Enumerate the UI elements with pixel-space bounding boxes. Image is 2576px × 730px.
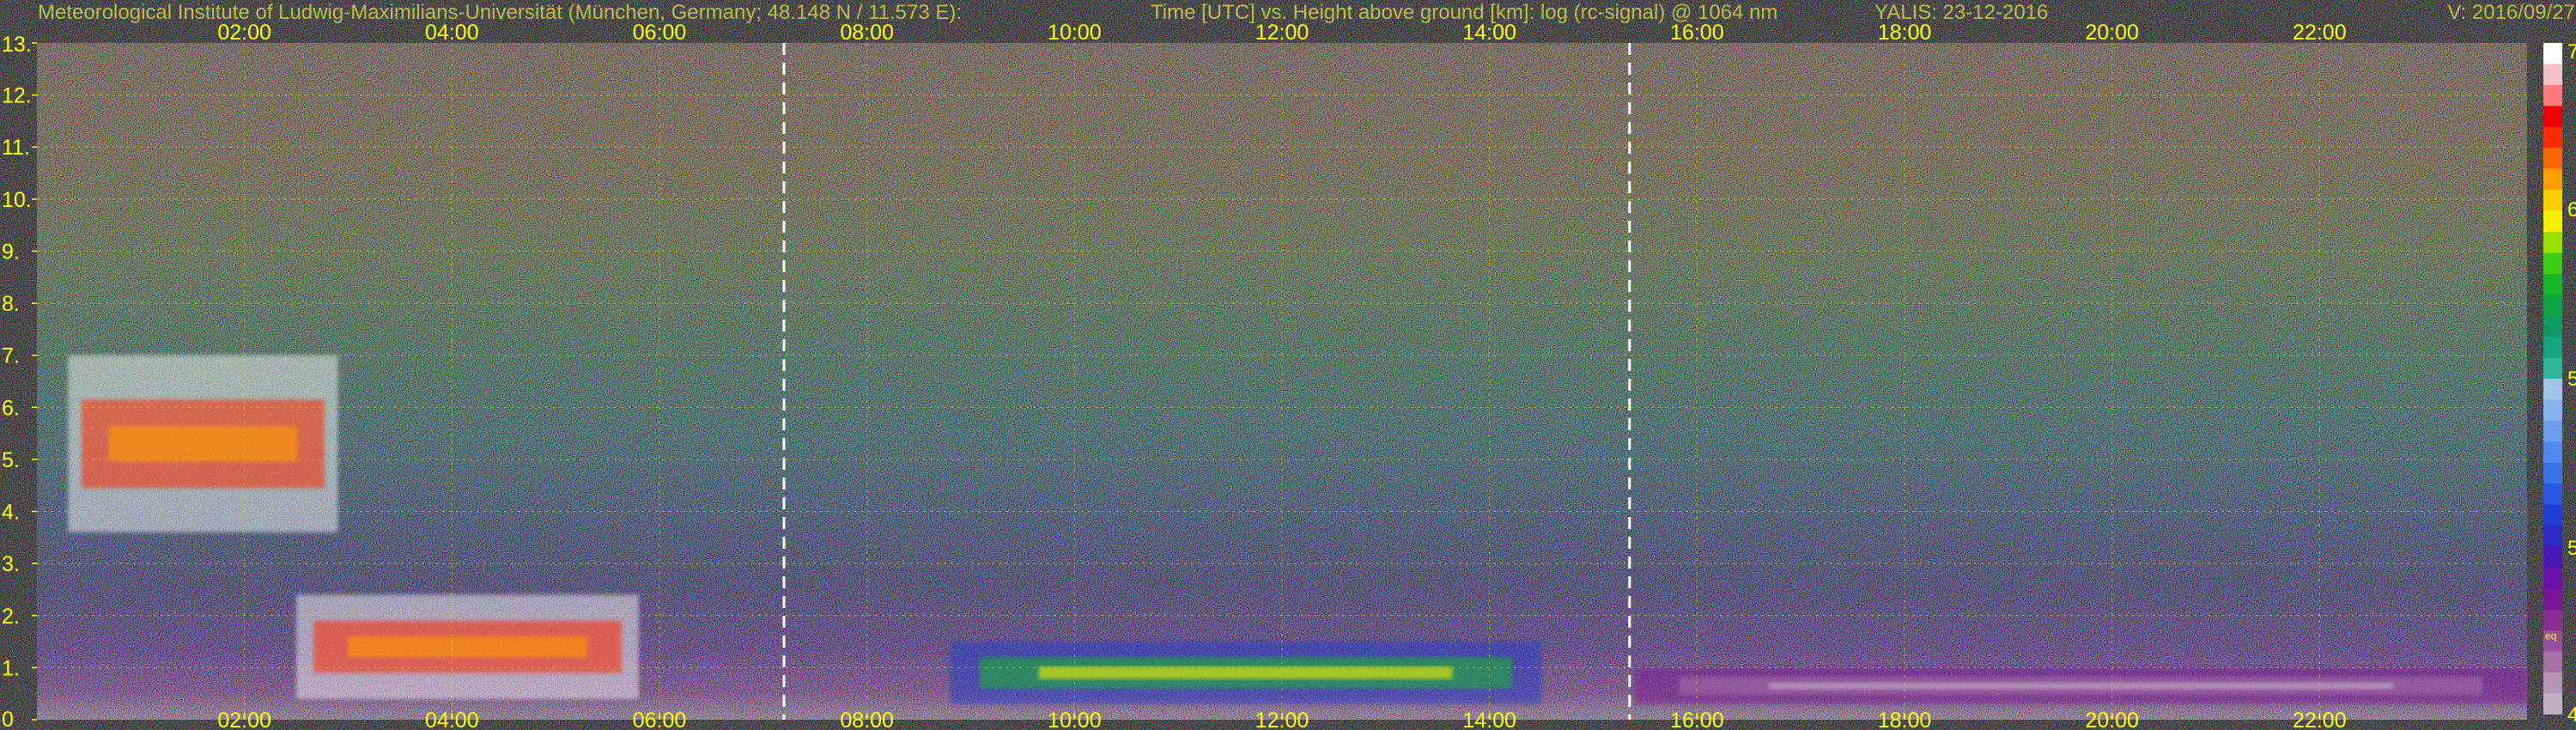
- y-tick-label: 13.: [2, 33, 32, 57]
- institute-label: Meteorological Institute of Ludwig-Maxim…: [38, 1, 962, 24]
- feature-core: [347, 636, 588, 658]
- y-tick-label: 4.: [2, 501, 20, 525]
- y-tick-label: 3.: [2, 552, 20, 576]
- y-tick-label: 9.: [2, 240, 20, 264]
- plot-area: [37, 43, 2527, 720]
- feature-mid-level-cloud: [68, 355, 338, 532]
- x-tick-label-top: 06:00: [633, 21, 687, 45]
- x-tick-label-top: 10:00: [1048, 21, 1102, 45]
- y-tick-label: 7.: [2, 344, 20, 368]
- y-axis: 0 1. 2. 3. 4. 5. 6. 7. 8. 9. 10. 11. 12. 13.: [2, 33, 37, 730]
- y-tick-label: 2.: [2, 605, 20, 629]
- x-tick-label-top: 04:00: [425, 21, 479, 45]
- x-tick-label-top: 18:00: [1878, 21, 1932, 45]
- y-tick-label: 8.: [2, 292, 20, 316]
- colorbar-tick-label: 6.38: [2567, 198, 2576, 222]
- y-tick-label: 0: [2, 708, 14, 730]
- y-tick-label: 5.: [2, 448, 20, 472]
- x-tick-label-top: 08:00: [840, 21, 894, 45]
- feature-residual-boundary-layer: [1634, 667, 2527, 704]
- x-tick-label-top: 16:00: [1670, 21, 1724, 45]
- x-tick-label-top: 02:00: [217, 21, 271, 45]
- colorbar-tick-label: 5.75: [2567, 368, 2576, 391]
- y-tick-label: 6.: [2, 396, 20, 420]
- version-label: V: 2016/09/27: [2447, 1, 2575, 24]
- feature-descending-cloud-base: [296, 594, 639, 699]
- colorbar: 7.00 6.38 5.75 5.12 4.50 eq: [2543, 40, 2576, 727]
- colorbar-tick-label: 5.12: [2567, 537, 2576, 560]
- x-tick-label-top: 14:00: [1462, 21, 1516, 45]
- y-tick-label: 10.: [2, 188, 32, 212]
- x-tick-label-top: 20:00: [2085, 21, 2139, 45]
- y-tick-label: 12.: [2, 84, 32, 108]
- colorbar-tick-label: 7.00: [2567, 40, 2576, 64]
- colorbar-scale: [2543, 43, 2562, 715]
- feature-core: [1038, 666, 1453, 679]
- colorbar-tick-label: 4.50: [2567, 703, 2576, 727]
- feature-core: [108, 426, 298, 462]
- x-tick-label-top: 12:00: [1255, 21, 1309, 45]
- lidar-quicklook-chart: Meteorological Institute of Ludwig-Maxim…: [2, 1, 2576, 730]
- x-tick-label-top: 22:00: [2293, 21, 2347, 45]
- feature-aerosol-fog-layer: [950, 642, 1542, 704]
- y-tick-label: 11.: [2, 136, 30, 160]
- colorbar-extra-label: eq: [2545, 630, 2556, 642]
- feature-core: [1768, 682, 2394, 690]
- y-tick-label: 1.: [2, 656, 20, 680]
